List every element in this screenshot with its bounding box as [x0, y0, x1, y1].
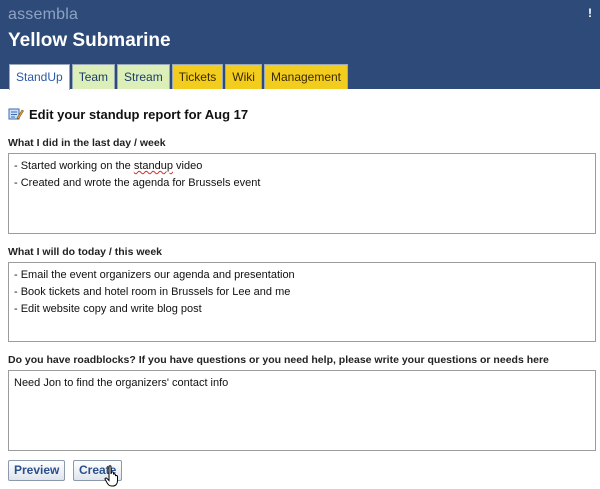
done-label: What I did in the last day / week	[8, 137, 166, 149]
project-title[interactable]: Yellow Submarine	[8, 30, 171, 52]
tab-team[interactable]: Team	[71, 64, 116, 89]
roadblocks-line-1: Need Jon to find the organizers' contact…	[14, 377, 229, 389]
page-heading: Edit your standup report for Aug 17	[8, 105, 248, 123]
header-corner-mark: !	[588, 6, 592, 20]
tab-tickets[interactable]: Tickets	[171, 64, 224, 89]
main-content: Edit your standup report for Aug 17 What…	[0, 90, 600, 489]
brand-logo[interactable]: assembla	[8, 6, 78, 24]
todo-textarea[interactable]: - Email the event organizers our agenda …	[8, 262, 596, 342]
done-line-2: - Created and wrote the agenda for Bruss…	[14, 177, 261, 189]
tab-bar: StandUp Team Stream Tickets Wiki Managem…	[9, 64, 350, 90]
done-textarea[interactable]: - Started working on the standup video -…	[8, 153, 596, 234]
todo-line-2: - Book tickets and hotel room in Brussel…	[14, 286, 291, 298]
todo-label: What I will do today / this week	[8, 246, 163, 258]
tab-wiki[interactable]: Wiki	[225, 64, 262, 89]
roadblocks-textarea[interactable]: Need Jon to find the organizers' contact…	[8, 370, 596, 451]
tab-management[interactable]: Management	[263, 64, 349, 89]
todo-line-3: - Edit website copy and write blog post	[14, 303, 202, 315]
tab-standup[interactable]: StandUp	[9, 64, 70, 90]
misspelled-word: standup	[133, 160, 173, 172]
roadblocks-label: Do you have roadblocks? If you have ques…	[8, 354, 549, 366]
hand-pointer-icon	[104, 465, 118, 487]
page-title: Edit your standup report for Aug 17	[29, 106, 249, 122]
standup-report-icon	[8, 108, 24, 120]
app-header: assembla Yellow Submarine ! StandUp Team…	[0, 0, 600, 90]
preview-button[interactable]: Preview	[8, 460, 66, 481]
todo-line-1: - Email the event organizers our agenda …	[14, 269, 295, 281]
tab-stream[interactable]: Stream	[117, 64, 170, 89]
done-line-1: - Started working on the standup video	[14, 160, 203, 172]
